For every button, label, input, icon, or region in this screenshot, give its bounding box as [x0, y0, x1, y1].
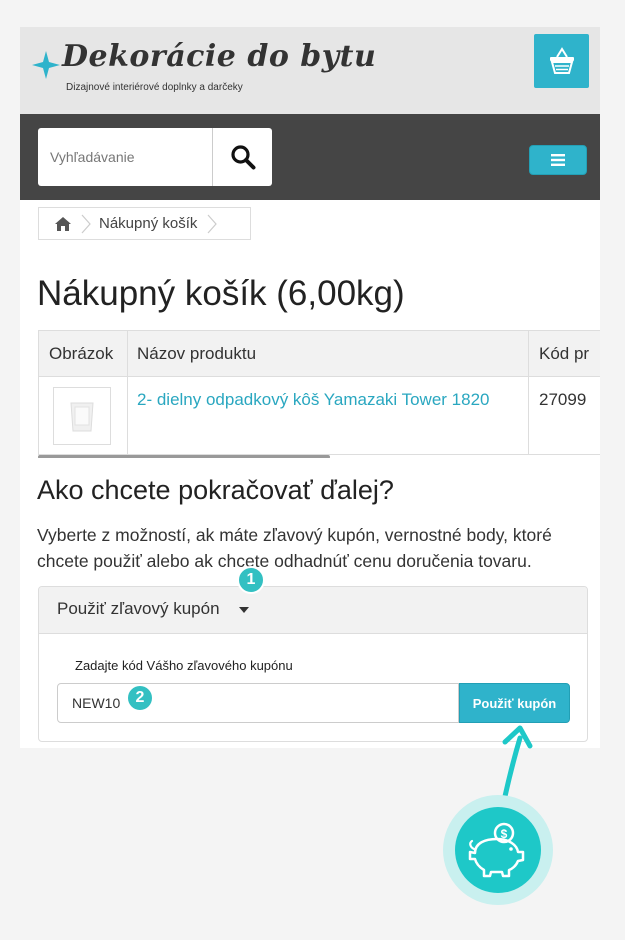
column-divider: [528, 377, 529, 454]
column-divider: [127, 377, 128, 454]
logo-title: Dekorácie do bytu: [62, 39, 377, 74]
home-icon[interactable]: [55, 216, 71, 232]
menu-button[interactable]: [529, 145, 587, 175]
column-header-code: Kód pr: [539, 344, 590, 363]
coupon-label: Zadajte kód Vášho zľavového kupónu: [75, 658, 293, 673]
search-button[interactable]: [212, 128, 273, 186]
cart-button[interactable]: [534, 34, 589, 88]
cart-table: Obrázok Názov produktu Kód pr 2- dielny …: [38, 330, 600, 458]
basket-icon: [549, 47, 574, 74]
column-header-image: Obrázok: [49, 344, 114, 363]
horizontal-scrollbar[interactable]: [38, 455, 330, 458]
chevron-right-icon: [207, 214, 218, 233]
product-code: 27099: [539, 390, 587, 409]
hamburger-icon: [551, 154, 565, 166]
piggy-bank-badge: $: [443, 795, 553, 905]
coupon-panel: Použiť zľavový kupón Zadajte kód Vášho z…: [38, 586, 588, 742]
step-badge-1: 1: [237, 566, 265, 594]
page-title: Nákupný košík (6,00kg): [37, 274, 405, 313]
column-divider: [528, 331, 529, 376]
apply-coupon-button[interactable]: Použiť kupón: [459, 683, 570, 723]
search-icon: [231, 145, 256, 170]
search-input[interactable]: [38, 128, 210, 186]
coupon-panel-header[interactable]: Použiť zľavový kupón: [39, 587, 587, 634]
trash-bin-image: [70, 402, 94, 432]
column-header-product: Názov produktu: [137, 344, 257, 363]
search-box: [38, 128, 272, 186]
site-logo[interactable]: Dekorácie do bytu Dizajnové interiérové …: [32, 37, 376, 103]
piggy-bank-icon: $: [468, 822, 525, 878]
continue-heading: Ako chcete pokračovať ďalej?: [37, 475, 394, 505]
caret-down-icon[interactable]: [239, 607, 249, 613]
coupon-input[interactable]: [57, 683, 459, 723]
site-header: Dekorácie do bytu Dizajnové interiérové …: [20, 27, 600, 114]
continue-description: Vyberte z možností, ak máte zľavový kupó…: [37, 525, 552, 571]
sparkle-icon: [32, 51, 60, 79]
breadcrumb-item-cart[interactable]: Nákupný košík: [99, 215, 197, 232]
table-header-row: Obrázok Názov produktu Kód pr: [38, 330, 600, 377]
chevron-right-icon: [81, 214, 91, 233]
column-divider: [127, 331, 128, 376]
logo-tagline: Dizajnové interiérové doplnky a darčeky: [66, 82, 243, 93]
table-row: 2- dielny odpadkový kôš Yamazaki Tower 1…: [38, 377, 600, 455]
breadcrumb: Nákupný košík: [38, 207, 251, 240]
search-bar: [20, 114, 600, 200]
product-name-link[interactable]: 2- dielny odpadkový kôš Yamazaki Tower 1…: [137, 390, 489, 410]
coupon-panel-title[interactable]: Použiť zľavový kupón: [57, 599, 220, 619]
step-badge-2: 2: [126, 684, 154, 712]
page-frame: Dekorácie do bytu Dizajnové interiérové …: [20, 27, 600, 748]
product-thumbnail[interactable]: [53, 387, 111, 445]
